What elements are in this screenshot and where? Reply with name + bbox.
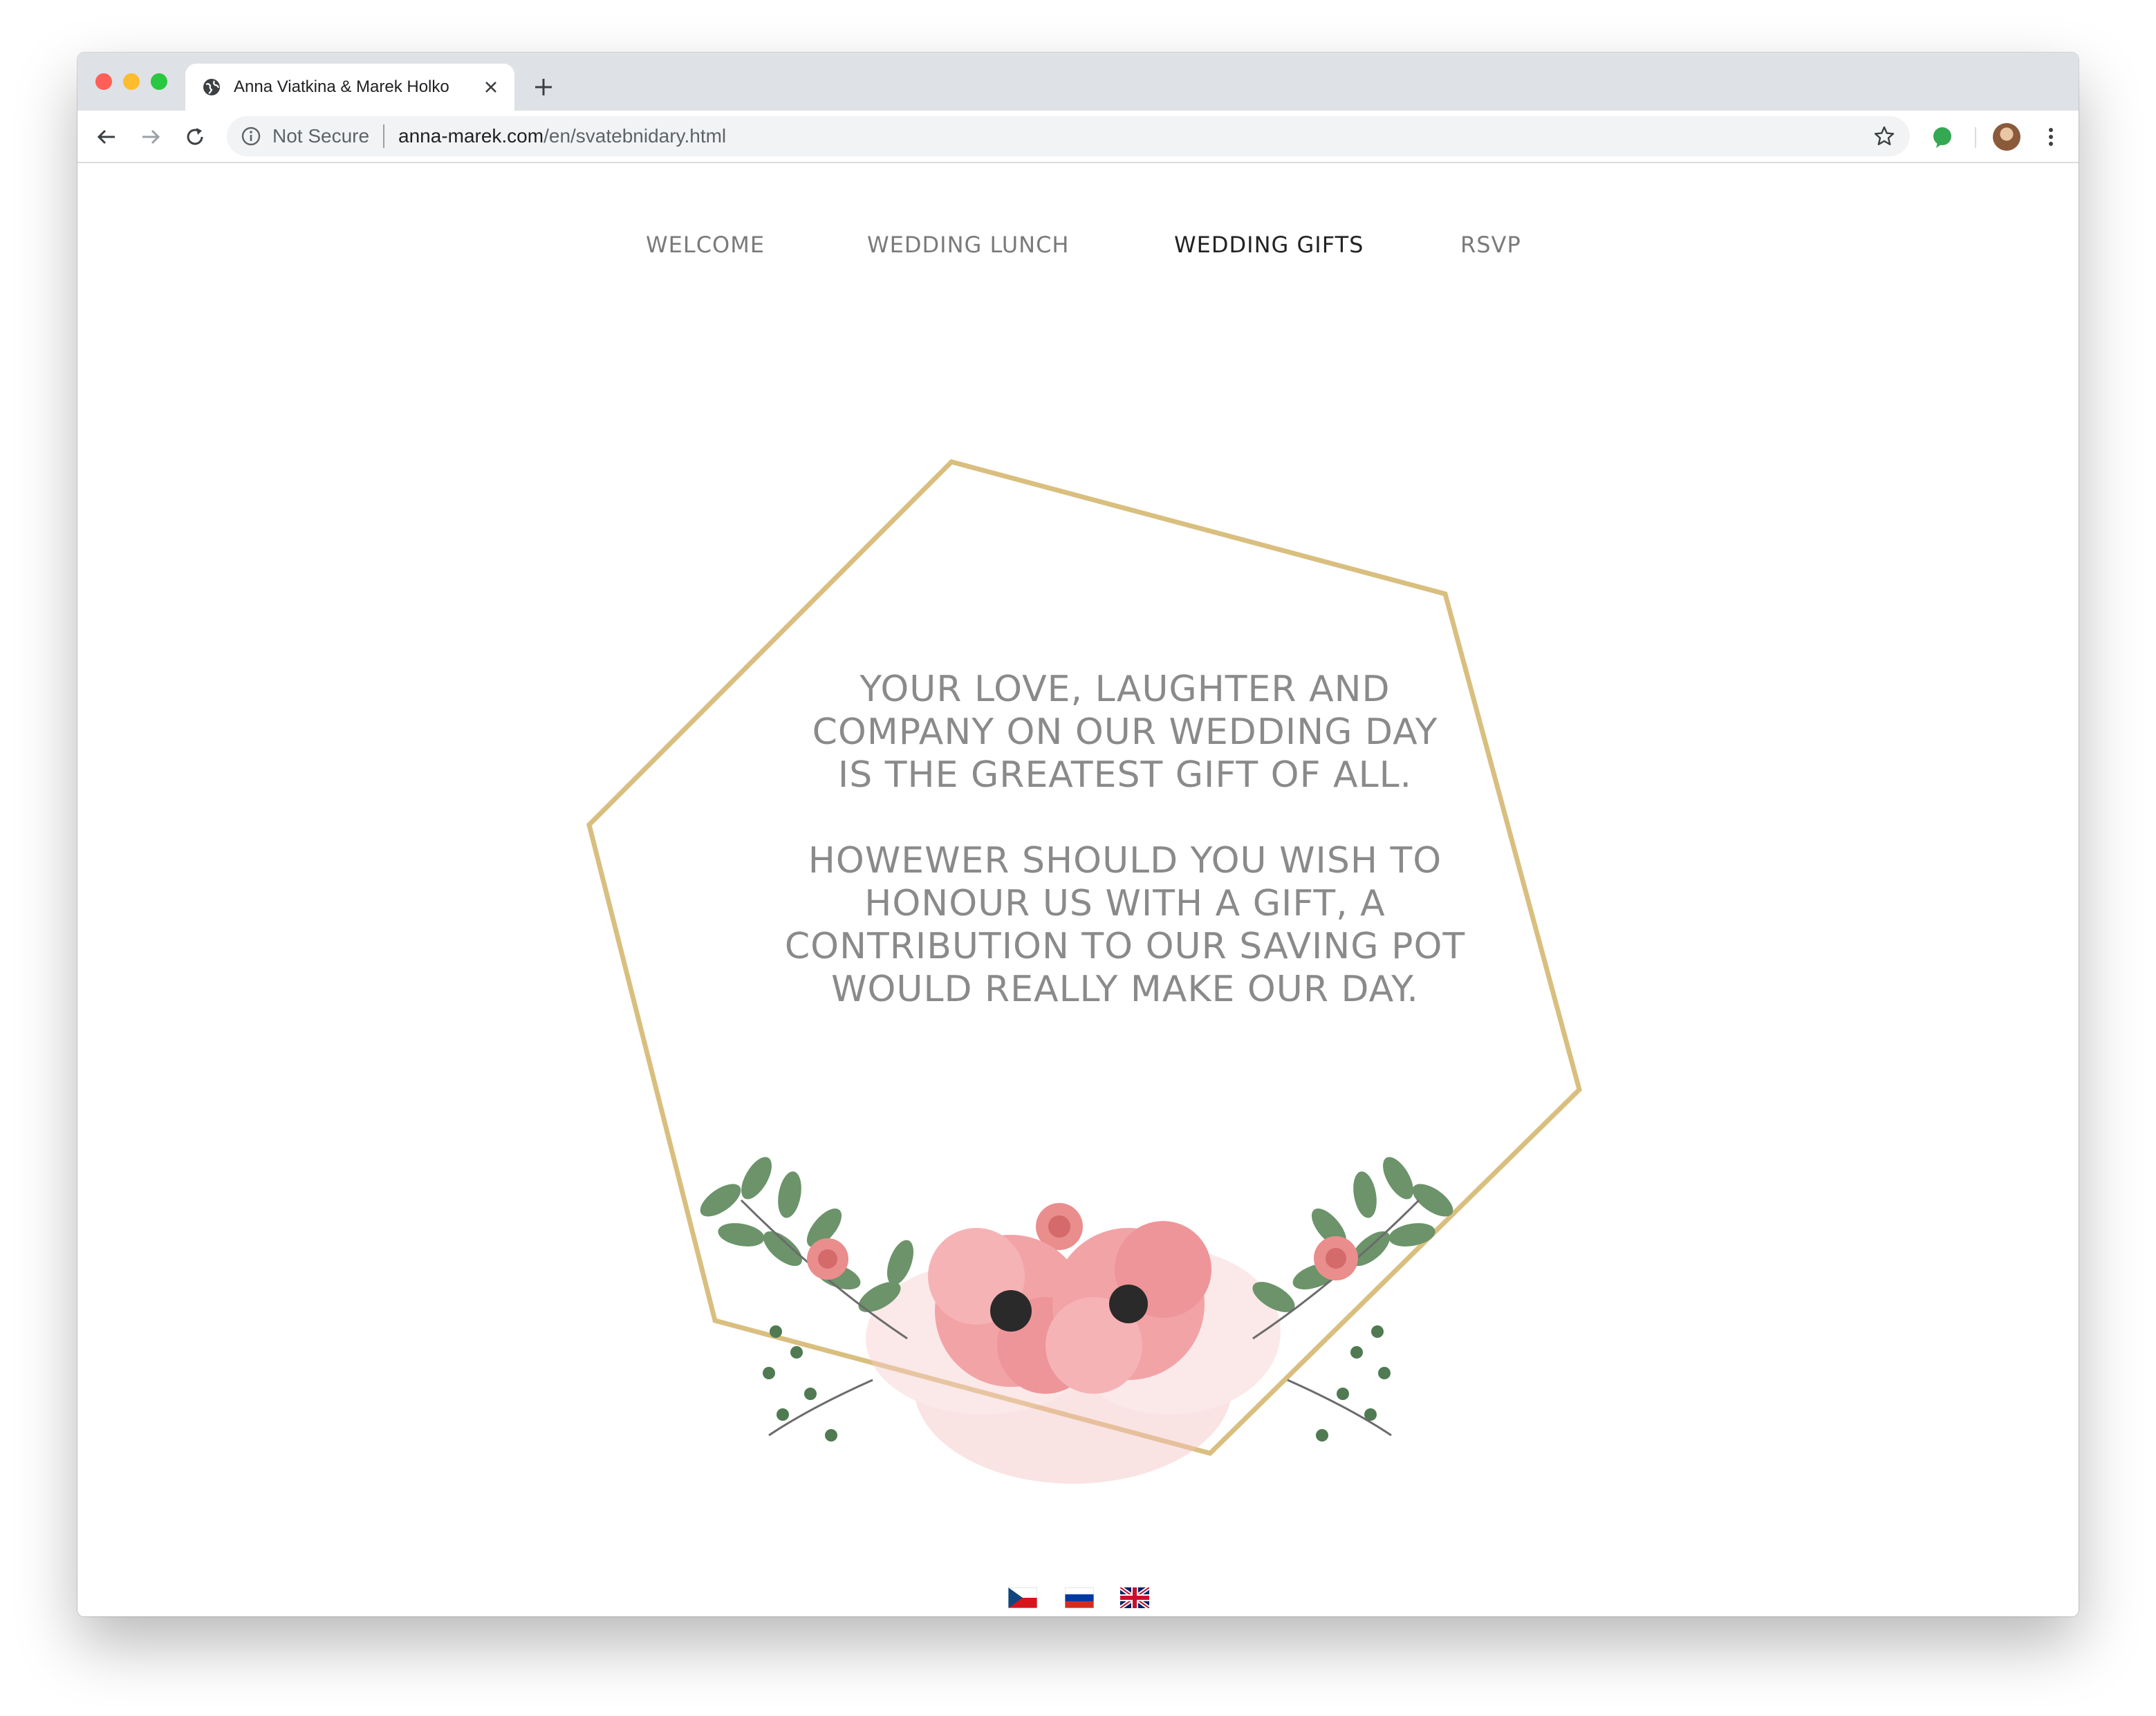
window-minimize-button[interactable]: [123, 73, 140, 90]
page-content: WELCOME WEDDING LUNCH WEDDING GIFTS RSVP…: [77, 163, 2079, 1616]
floral-bouquet-image: [700, 1157, 1453, 1484]
window-close-button[interactable]: [95, 73, 112, 90]
browser-toolbar: Not Secure anna-marek.com/en/svatebnidar…: [77, 111, 2079, 163]
omnibox-divider: [383, 124, 384, 148]
url-path: /en/svatebnidary.html: [543, 125, 727, 147]
reload-icon[interactable]: [183, 124, 207, 149]
left-leaves: [700, 1157, 914, 1312]
url-text[interactable]: anna-marek.com/en/svatebnidary.html: [398, 126, 726, 147]
globe-icon: [203, 79, 220, 95]
more-menu-icon[interactable]: [2038, 124, 2063, 149]
forward-icon[interactable]: [138, 124, 163, 149]
bookmark-star-icon[interactable]: [1872, 124, 1896, 148]
close-icon[interactable]: [481, 77, 501, 97]
security-label: Not Secure: [272, 125, 370, 147]
right-leaves: [1252, 1157, 1453, 1312]
tab-strip: Anna Viatkina & Marek Holko: [77, 53, 2079, 111]
browser-tab[interactable]: Anna Viatkina & Marek Holko: [185, 64, 514, 111]
uk-flag-icon[interactable]: [1120, 1587, 1149, 1608]
address-bar[interactable]: Not Secure anna-marek.com/en/svatebnidar…: [227, 116, 1910, 156]
new-tab-icon[interactable]: [532, 76, 555, 98]
window-maximize-button[interactable]: [151, 73, 167, 90]
czech-flag-icon[interactable]: [1008, 1587, 1037, 1608]
browser-window: Anna Viatkina & Marek Holko Not Secure a…: [77, 53, 2079, 1616]
extension-icon[interactable]: [1931, 126, 1954, 149]
info-icon[interactable]: [241, 126, 261, 147]
russian-flag-icon[interactable]: [1065, 1587, 1094, 1608]
tab-title: Anna Viatkina & Marek Holko: [234, 77, 449, 96]
back-icon[interactable]: [94, 124, 119, 149]
profile-avatar[interactable]: [1993, 123, 2020, 151]
toolbar-divider: [1975, 127, 1976, 148]
url-host: anna-marek.com: [398, 125, 544, 147]
